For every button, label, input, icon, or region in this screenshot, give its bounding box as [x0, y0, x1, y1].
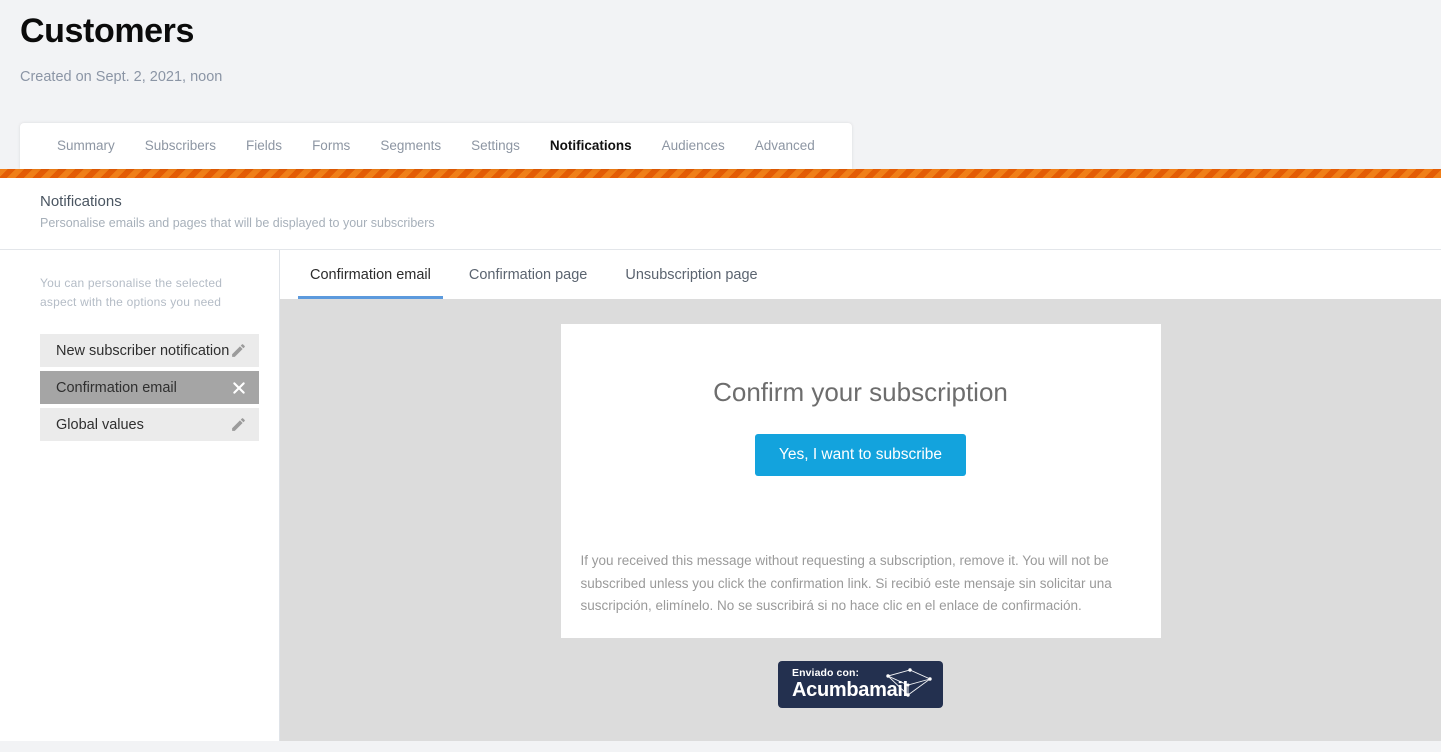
pencil-icon[interactable] — [230, 416, 247, 433]
email-button-row: Yes, I want to subscribe — [561, 434, 1161, 476]
tab-settings[interactable]: Settings — [456, 123, 535, 169]
sidebar-item-confirmation-email[interactable]: Confirmation email — [40, 371, 259, 404]
subtab-unsubscription-page[interactable]: Unsubscription page — [613, 267, 769, 299]
body-container: You can personalise the selected aspect … — [0, 250, 1441, 741]
sidebar: You can personalise the selected aspect … — [0, 250, 280, 741]
sidebar-item-new-subscriber-notification[interactable]: New subscriber notification — [40, 334, 259, 367]
tab-segments[interactable]: Segments — [365, 123, 456, 169]
sidebar-item-label: Global values — [56, 416, 144, 433]
orange-striped-divider — [0, 169, 1441, 178]
subtab-confirmation-email[interactable]: Confirmation email — [298, 267, 443, 299]
acumbamail-badge: Enviado con: Acumbamail — [778, 660, 943, 708]
email-preview-area: Confirm your subscription Yes, I want to… — [280, 299, 1441, 741]
section-header: Notifications Personalise emails and pag… — [0, 178, 1441, 250]
tab-audiences[interactable]: Audiences — [647, 123, 740, 169]
close-icon[interactable] — [231, 380, 247, 396]
main-tabs: Summary Subscribers Fields Forms Segment… — [20, 123, 852, 169]
email-disclaimer-text: If you received this message without req… — [580, 553, 1112, 613]
section-title: Notifications — [40, 193, 122, 210]
content-panel: Confirmation email Confirmation page Uns… — [280, 250, 1441, 741]
sidebar-hint: You can personalise the selected aspect … — [40, 276, 223, 309]
pencil-icon[interactable] — [230, 342, 247, 359]
page-header: Customers Created on Sept. 2, 2021, noon — [0, 0, 1441, 86]
tab-fields[interactable]: Fields — [231, 123, 297, 169]
tab-subscribers[interactable]: Subscribers — [130, 123, 231, 169]
page-created-date: Created on Sept. 2, 2021, noon — [20, 69, 223, 85]
email-heading: Confirm your subscription — [713, 377, 1008, 407]
sidebar-item-label: New subscriber notification — [56, 342, 230, 359]
sub-tabs: Confirmation email Confirmation page Uns… — [280, 250, 1441, 299]
subscribe-confirm-button[interactable]: Yes, I want to subscribe — [754, 434, 967, 476]
sidebar-item-global-values[interactable]: Global values — [40, 408, 259, 441]
email-card: Confirm your subscription Yes, I want to… — [560, 324, 1161, 638]
tab-notifications[interactable]: Notifications — [535, 123, 647, 169]
sidebar-item-label: Confirmation email — [56, 379, 177, 396]
page-title: Customers — [20, 12, 195, 50]
main-tabs-container: Summary Subscribers Fields Forms Segment… — [0, 123, 1441, 169]
tab-advanced[interactable]: Advanced — [740, 123, 830, 169]
subtab-confirmation-page[interactable]: Confirmation page — [457, 267, 600, 299]
tab-summary[interactable]: Summary — [42, 123, 130, 169]
sidebar-option-list: New subscriber notification Confirmation… — [20, 334, 259, 441]
envelope-constellation-icon — [883, 667, 935, 706]
section-subtitle: Personalise emails and pages that will b… — [40, 216, 435, 230]
tab-forms[interactable]: Forms — [297, 123, 365, 169]
